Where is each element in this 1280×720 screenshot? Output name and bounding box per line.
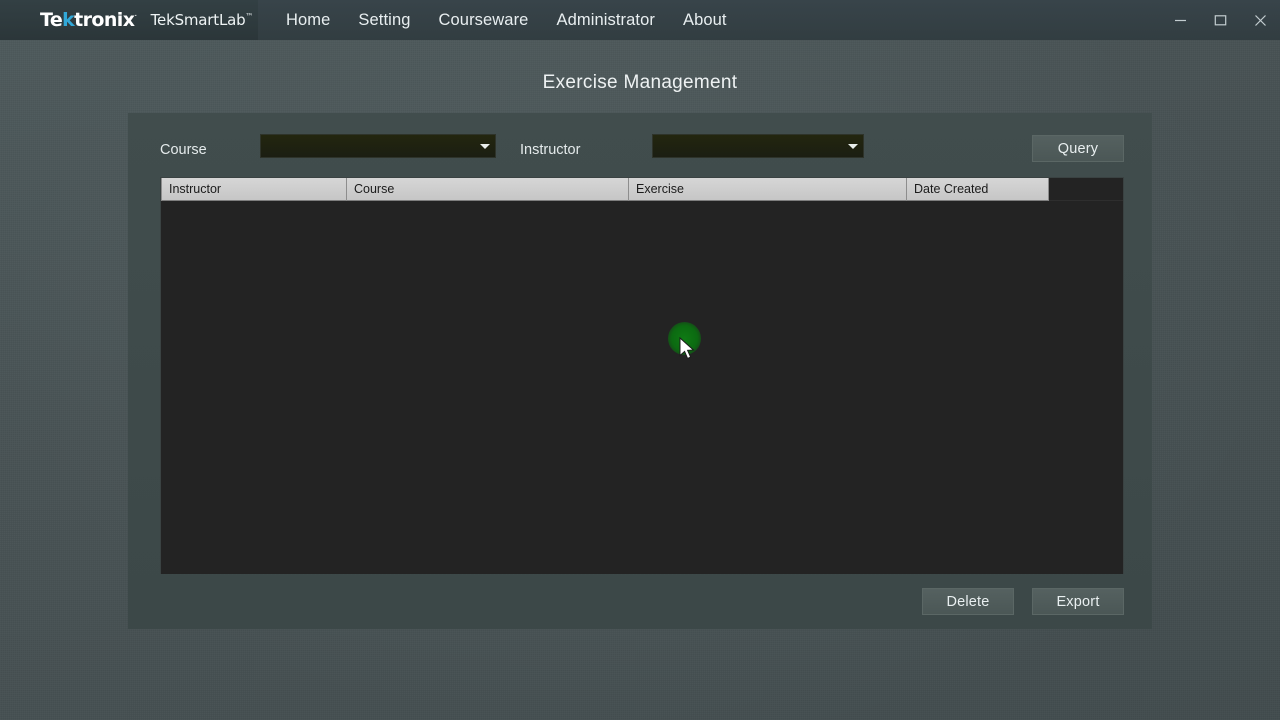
nav-item-administrator[interactable]: Administrator (542, 5, 669, 36)
maximize-button[interactable] (1200, 0, 1240, 40)
filter-bar: Course Instructor Query (128, 113, 1152, 181)
page-title: Exercise Management (542, 72, 738, 93)
close-button[interactable] (1240, 0, 1280, 40)
nav-item-setting[interactable]: Setting (344, 5, 424, 36)
column-header-filler (1049, 178, 1123, 201)
tektronix-wordmark: Tektronix· (40, 9, 137, 31)
export-button[interactable]: Export (1032, 588, 1124, 615)
minimize-icon (1174, 19, 1186, 21)
column-header-exercise[interactable]: Exercise (629, 178, 907, 201)
maximize-icon (1214, 14, 1226, 25)
nav-item-home[interactable]: Home (272, 5, 344, 36)
chevron-down-icon (846, 140, 859, 152)
course-label: Course (160, 142, 207, 158)
minimize-button[interactable] (1160, 0, 1200, 40)
nav-item-courseware[interactable]: Courseware (425, 5, 543, 36)
delete-button[interactable]: Delete (922, 588, 1014, 615)
brand-suffix: tronix (74, 9, 135, 31)
column-header-instructor[interactable]: Instructor (161, 178, 347, 201)
main-navigation: Home Setting Courseware Administrator Ab… (272, 5, 741, 36)
course-dropdown[interactable] (260, 134, 496, 158)
table-header-row: Instructor Course Exercise Date Created (161, 178, 1123, 201)
content-panel: Course Instructor Query Instructor Cours… (128, 113, 1152, 629)
instructor-dropdown[interactable] (652, 134, 864, 158)
brand-prefix: Te (40, 9, 63, 31)
table-body[interactable] (161, 201, 1123, 574)
brand-accent-letter: k (62, 9, 75, 31)
column-header-date-created[interactable]: Date Created (907, 178, 1049, 201)
instructor-label: Instructor (520, 142, 581, 158)
chevron-down-icon (478, 140, 491, 152)
title-bar: Tektronix· TekSmartLab™ Home Setting Cou… (0, 0, 1280, 40)
product-name: TekSmartLab (150, 11, 246, 29)
column-header-course[interactable]: Course (347, 178, 629, 201)
brand-trademark: · (134, 11, 137, 22)
window-controls (1160, 0, 1280, 40)
query-button[interactable]: Query (1032, 135, 1124, 162)
product-trademark: ™ (245, 12, 254, 21)
exercise-table: Instructor Course Exercise Date Created (160, 177, 1124, 574)
close-icon (1254, 14, 1266, 26)
brand-logo: Tektronix· TekSmartLab™ (0, 0, 258, 40)
product-wordmark: TekSmartLab™ (151, 11, 254, 29)
nav-item-about[interactable]: About (669, 5, 741, 36)
